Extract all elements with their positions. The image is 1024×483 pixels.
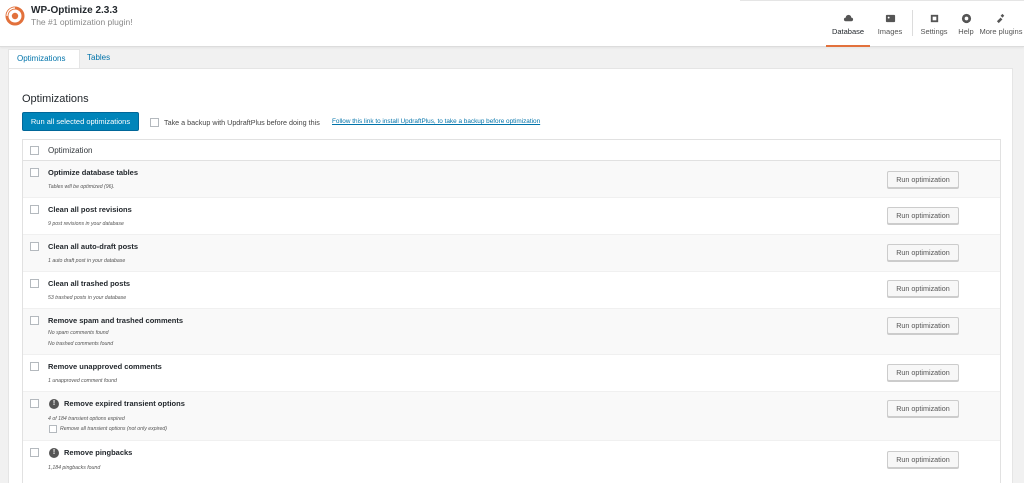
run-optimization-button[interactable]: Run optimization	[887, 207, 959, 224]
column-header-optimization: Optimization	[48, 146, 93, 155]
row-detail: Tables will be optimized (96).	[48, 184, 115, 190]
row-checkbox[interactable]	[30, 279, 39, 288]
row-detail: 1 unapproved comment found	[48, 378, 117, 384]
images-icon	[885, 14, 895, 23]
wp-optimize-logo-icon	[5, 6, 25, 26]
table-header: Optimization	[23, 140, 1000, 161]
optimizations-table: Optimization Optimize database tables Ta…	[22, 139, 1001, 483]
run-optimization-button[interactable]: Run optimization	[887, 244, 959, 261]
info-icon: !	[49, 399, 59, 409]
row-checkbox[interactable]	[30, 316, 39, 325]
nav-separator	[912, 10, 913, 36]
install-updraftplus-link[interactable]: Follow this link to install UpdraftPlus,…	[332, 118, 540, 125]
row-detail: 4 of 184 transient options expired	[48, 416, 125, 422]
plugin-icon	[996, 13, 1004, 24]
settings-icon	[930, 14, 938, 23]
tab-optimizations[interactable]: Optimizations	[8, 49, 80, 68]
row-checkbox[interactable]	[30, 205, 39, 214]
run-all-selected-button[interactable]: Run all selected optimizations	[22, 112, 139, 131]
row-detail: No trashed comments found	[48, 341, 114, 347]
nav-images-label: Images	[877, 27, 903, 36]
row-title: Clean all trashed posts	[48, 279, 131, 288]
table-row: Optimize database tables Tables will be …	[23, 161, 1000, 198]
row-detail: 9 post revisions in your database	[48, 221, 124, 227]
table-row: Remove spam and trashed comments No spam…	[23, 309, 1000, 355]
row-detail: 1 auto draft post in your database	[48, 258, 126, 264]
row-checkbox[interactable]	[30, 168, 39, 177]
run-optimization-button[interactable]: Run optimization	[887, 451, 959, 468]
plugin-header: WP-Optimize 2.3.3 The #1 optimization pl…	[0, 0, 1024, 47]
nav-database[interactable]: Database	[826, 0, 870, 47]
help-icon	[961, 13, 971, 24]
table-row: Clean all trashed posts 53 trashed posts…	[23, 272, 1000, 309]
nav-help-label: Help	[958, 27, 974, 36]
table-row: Remove unapproved comments 1 unapproved …	[23, 355, 1000, 392]
row-title: Clean all auto-draft posts	[48, 242, 139, 251]
page-title: Optimizations	[22, 93, 89, 105]
all-transients-label: Remove all transient options (not only e…	[60, 426, 167, 432]
backup-checkbox[interactable]	[150, 118, 159, 127]
table-row: Clean all auto-draft posts 1 auto draft …	[23, 235, 1000, 272]
run-optimization-button[interactable]: Run optimization	[887, 280, 959, 297]
row-title: Remove spam and trashed comments	[48, 316, 184, 325]
nav-help[interactable]: Help	[954, 0, 978, 47]
row-detail: 53 trashed posts in your database	[48, 295, 127, 301]
nav-database-label: Database	[831, 27, 865, 36]
row-title: Remove pingbacks	[64, 448, 133, 457]
row-title: Optimize database tables	[48, 168, 139, 177]
info-icon: !	[49, 448, 59, 458]
nav-more-plugins-label: More plugins	[979, 27, 1023, 36]
table-row: Clean all post revisions 9 post revision…	[23, 198, 1000, 235]
nav-settings-label: Settings	[920, 27, 948, 36]
run-optimization-button[interactable]: Run optimization	[887, 400, 959, 417]
top-navigation: Database Images Settings Help More plugi…	[814, 0, 1024, 47]
tab-tables[interactable]: Tables	[79, 49, 118, 68]
table-row: ! Remove expired transient options 4 of …	[23, 392, 1000, 441]
run-optimization-button[interactable]: Run optimization	[887, 317, 959, 334]
row-detail: 1,184 pingbacks found	[48, 465, 101, 471]
all-transients-checkbox[interactable]	[49, 425, 57, 433]
row-title: Remove expired transient options	[64, 399, 185, 408]
row-detail: No spam comments found	[48, 330, 109, 336]
row-title: Remove unapproved comments	[48, 362, 162, 371]
row-title: Clean all post revisions	[48, 205, 132, 214]
nav-settings[interactable]: Settings	[916, 0, 952, 47]
table-row: ! Remove pingbacks 1,184 pingbacks found…	[23, 441, 1000, 483]
nav-images[interactable]: Images	[872, 0, 908, 47]
plugin-tagline: The #1 optimization plugin!	[31, 17, 133, 27]
backup-label: Take a backup with UpdraftPlus before do…	[164, 118, 320, 127]
nav-more-plugins[interactable]: More plugins	[978, 0, 1024, 47]
plugin-title: WP-Optimize 2.3.3	[31, 5, 118, 16]
row-checkbox[interactable]	[30, 448, 39, 457]
run-optimization-button[interactable]: Run optimization	[887, 171, 959, 188]
row-checkbox[interactable]	[30, 362, 39, 371]
run-optimization-button[interactable]: Run optimization	[887, 364, 959, 381]
select-all-checkbox[interactable]	[30, 146, 39, 155]
database-icon	[843, 14, 853, 22]
row-checkbox[interactable]	[30, 399, 39, 408]
row-checkbox[interactable]	[30, 242, 39, 251]
